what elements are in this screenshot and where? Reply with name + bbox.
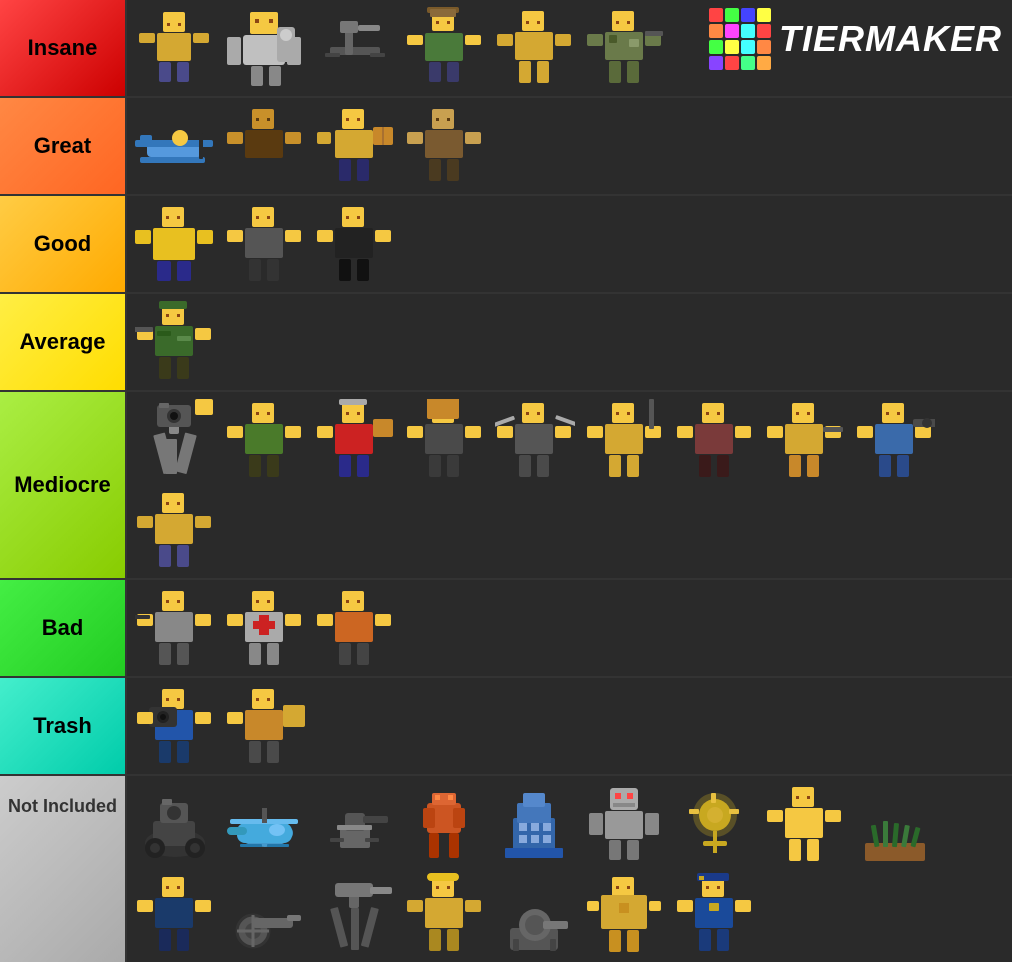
tier-row-mediocre: Mediocre (0, 392, 1012, 580)
tier-row-not-included: Not Included (0, 776, 1012, 962)
list-item (131, 298, 219, 386)
list-item (401, 780, 489, 868)
list-item (401, 396, 489, 484)
tier-row-average: Average (0, 294, 1012, 392)
list-item (581, 870, 669, 958)
list-item (761, 396, 849, 484)
tier-label-bad: Bad (0, 580, 125, 676)
list-item (401, 4, 489, 92)
list-item (221, 102, 309, 190)
tier-row-trash: Trash (0, 678, 1012, 776)
tier-content-good (125, 196, 1012, 292)
list-item (491, 396, 579, 484)
list-item (671, 780, 759, 868)
list-item (131, 780, 219, 868)
list-item (851, 396, 939, 484)
tier-row-great: Great (0, 98, 1012, 196)
tier-label-trash: Trash (0, 678, 125, 774)
tier-content-not-included (125, 776, 1012, 962)
character-svg (135, 7, 215, 89)
list-item (401, 102, 489, 190)
list-item (311, 396, 399, 484)
list-item (581, 780, 669, 868)
list-item (221, 682, 309, 770)
list-item (131, 102, 219, 190)
list-item (131, 682, 219, 770)
list-item (491, 870, 579, 958)
list-item (131, 200, 219, 288)
tier-content-bad (125, 580, 1012, 676)
list-item (311, 4, 399, 92)
list-item (401, 870, 489, 958)
list-item (221, 4, 309, 92)
list-item (491, 4, 579, 92)
tier-label-mediocre: Mediocre (0, 392, 125, 578)
tier-label-not-included: Not Included (0, 776, 125, 962)
list-item (131, 486, 219, 574)
list-item (311, 102, 399, 190)
list-item (851, 780, 939, 868)
tier-label-insane: Insane (0, 0, 125, 96)
list-item (131, 584, 219, 672)
tier-content-trash (125, 678, 1012, 774)
tier-row-insane: Insane (0, 0, 1012, 98)
list-item (761, 780, 849, 868)
tier-content-insane: TiERMAKER (125, 0, 1012, 96)
list-item (131, 4, 219, 92)
list-item (221, 870, 309, 958)
tier-row-bad: Bad (0, 580, 1012, 678)
tiermaker-logo-grid (709, 8, 771, 70)
list-item (221, 396, 309, 484)
list-item (581, 4, 669, 92)
list-item (581, 396, 669, 484)
list-item (131, 396, 219, 484)
list-item (491, 780, 579, 868)
list-item (221, 200, 309, 288)
list-item (311, 870, 399, 958)
tier-label-good: Good (0, 196, 125, 292)
tier-content-average (125, 294, 1012, 390)
list-item (221, 780, 309, 868)
list-item (311, 780, 399, 868)
tier-label-average: Average (0, 294, 125, 390)
tiermaker-logo-text: TiERMAKER (779, 18, 1002, 60)
tier-row-good: Good (0, 196, 1012, 294)
list-item (131, 870, 219, 958)
list-item (671, 870, 759, 958)
list-item (221, 584, 309, 672)
list-item (671, 396, 759, 484)
tier-label-great: Great (0, 98, 125, 194)
tier-content-great (125, 98, 1012, 194)
list-item (311, 200, 399, 288)
list-item (311, 584, 399, 672)
tier-content-mediocre (125, 392, 1012, 578)
